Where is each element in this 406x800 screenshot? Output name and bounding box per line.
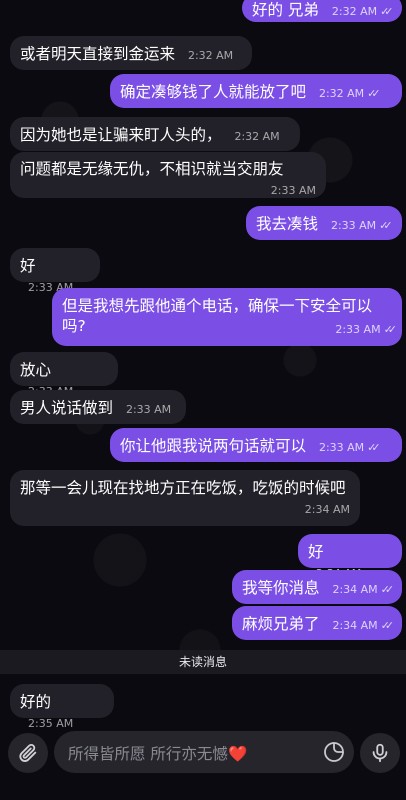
message-bubble-incoming[interactable]: 或者明天直接到金运来 2:32 AM	[10, 36, 252, 70]
message-meta: 2:33 AM ✓✓	[330, 216, 393, 236]
message-time: 2:34 AM	[304, 503, 350, 516]
double-check-icon: ✓✓	[367, 87, 381, 100]
message-meta: 2:34 AM✓✓	[332, 580, 395, 600]
message-text: 好	[308, 543, 324, 561]
message-time: 2:32 AM	[331, 5, 378, 18]
double-check-icon: ✓✓	[379, 219, 393, 232]
message-bubble-incoming[interactable]: 好 2:33 AM	[10, 248, 100, 294]
message-time: 2:33 AM	[335, 323, 381, 336]
message-time: 2:32 AM	[318, 87, 365, 100]
double-check-icon: ✓✓	[367, 441, 381, 454]
message-time: 2:33 AM	[330, 219, 377, 232]
message-time: 2:33 AM	[318, 441, 365, 454]
double-check-icon: ✓✓	[380, 5, 394, 18]
message-meta: 2:32 AM ✓✓	[318, 84, 381, 104]
message-text: 但是我想先跟他通个电话，确保一下安全可以吗?	[62, 297, 373, 335]
paperclip-icon	[19, 743, 37, 762]
message-bubble-outgoing[interactable]: 好的 兄弟 2:32 AM ✓✓	[242, 0, 402, 22]
message-meta: 2:33 AM ✓✓	[335, 320, 398, 340]
message-text: 或者明天直接到金运来	[20, 45, 176, 63]
message-bubble-outgoing[interactable]: 我去凑钱 2:33 AM ✓✓	[246, 206, 402, 240]
message-text: 问题都是无缘无仇，不相识就当交朋友	[20, 160, 284, 178]
double-check-icon: ✓✓	[380, 583, 395, 596]
message-bubble-incoming[interactable]: 问题都是无缘无仇，不相识就当交朋友 2:33 AM	[10, 152, 326, 198]
message-time: 2:33 AM	[125, 403, 172, 416]
message-text: 那等一会儿现在找地方正在吃饭，吃饭的时候吧	[20, 479, 346, 497]
message-bubble-outgoing[interactable]: 但是我想先跟他通个电话，确保一下安全可以吗? 2:33 AM ✓✓	[52, 288, 402, 346]
microphone-icon	[372, 743, 388, 763]
message-bubble-outgoing[interactable]: 你让他跟我说两句话就可以 2:33 AM ✓✓	[110, 428, 402, 462]
message-text: 放心	[20, 361, 52, 379]
double-check-icon: ✓✓	[380, 619, 395, 632]
unread-messages-divider: 未读消息	[0, 650, 406, 674]
message-text: 麻烦兄弟了	[242, 615, 320, 633]
message-input-value: 所得皆所愿 所行亦无憾	[68, 745, 228, 763]
message-bubble-incoming[interactable]: 放心 2:33 AM	[10, 352, 118, 398]
message-input-text: 所得皆所愿 所行亦无憾❤️	[68, 742, 247, 764]
message-bubble-outgoing[interactable]: 我等你消息 2:34 AM ✓✓	[232, 570, 402, 604]
message-text: 好	[20, 257, 36, 275]
message-text: 你让他跟我说两句话就可以	[120, 437, 307, 455]
microphone-button[interactable]	[360, 733, 400, 773]
message-meta: 2:33 AM ✓✓	[318, 438, 381, 458]
message-time: 2:32 AM	[187, 49, 234, 62]
message-bubble-incoming[interactable]: 那等一会儿现在找地方正在吃饭，吃饭的时候吧 2:34 AM	[10, 470, 360, 526]
heart-emoji: ❤️	[227, 745, 248, 763]
message-time: 2:34 AM	[332, 583, 378, 596]
message-text: 我去凑钱	[256, 215, 319, 233]
attach-button[interactable]	[8, 733, 48, 773]
message-text: 好的	[20, 693, 52, 711]
message-bubble-outgoing[interactable]: 麻烦兄弟了 2:34 AM ✓✓	[232, 606, 402, 640]
message-meta: 2:34 AM✓✓	[332, 616, 395, 636]
message-input[interactable]: 所得皆所愿 所行亦无憾❤️	[54, 731, 354, 773]
message-text: 男人说话做到	[20, 399, 114, 417]
message-text: 确定凑够钱了人就能放了吧	[120, 83, 307, 101]
message-meta: 2:32 AM ✓✓	[331, 2, 394, 22]
message-bubble-incoming[interactable]: 因为她也是让骗来盯人头的， 2:32 AM	[10, 117, 300, 151]
message-bubble-outgoing[interactable]: 确定凑够钱了人就能放了吧 2:32 AM ✓✓	[110, 74, 402, 108]
message-bubble-incoming[interactable]: 好的 2:35 AM	[10, 684, 114, 730]
message-bubble-outgoing[interactable]: 好 2:34 AM✓✓	[298, 534, 402, 580]
message-bubble-incoming[interactable]: 男人说话做到 2:33 AM	[10, 390, 186, 424]
message-text: 好的 兄弟	[252, 1, 319, 19]
message-list[interactable]: 好的 兄弟 2:32 AM ✓✓ 或者明天直接到金运来 2:32 AM 确定凑够钱…	[0, 0, 406, 730]
message-time: 2:34 AM	[332, 619, 378, 632]
message-time: 2:32 AM	[234, 130, 280, 143]
sticker-icon[interactable]	[322, 740, 346, 764]
message-text: 因为她也是让骗来盯人头的，	[20, 126, 222, 144]
double-check-icon: ✓✓	[383, 323, 398, 336]
message-text: 我等你消息	[242, 579, 320, 597]
message-time: 2:33 AM	[270, 184, 316, 197]
